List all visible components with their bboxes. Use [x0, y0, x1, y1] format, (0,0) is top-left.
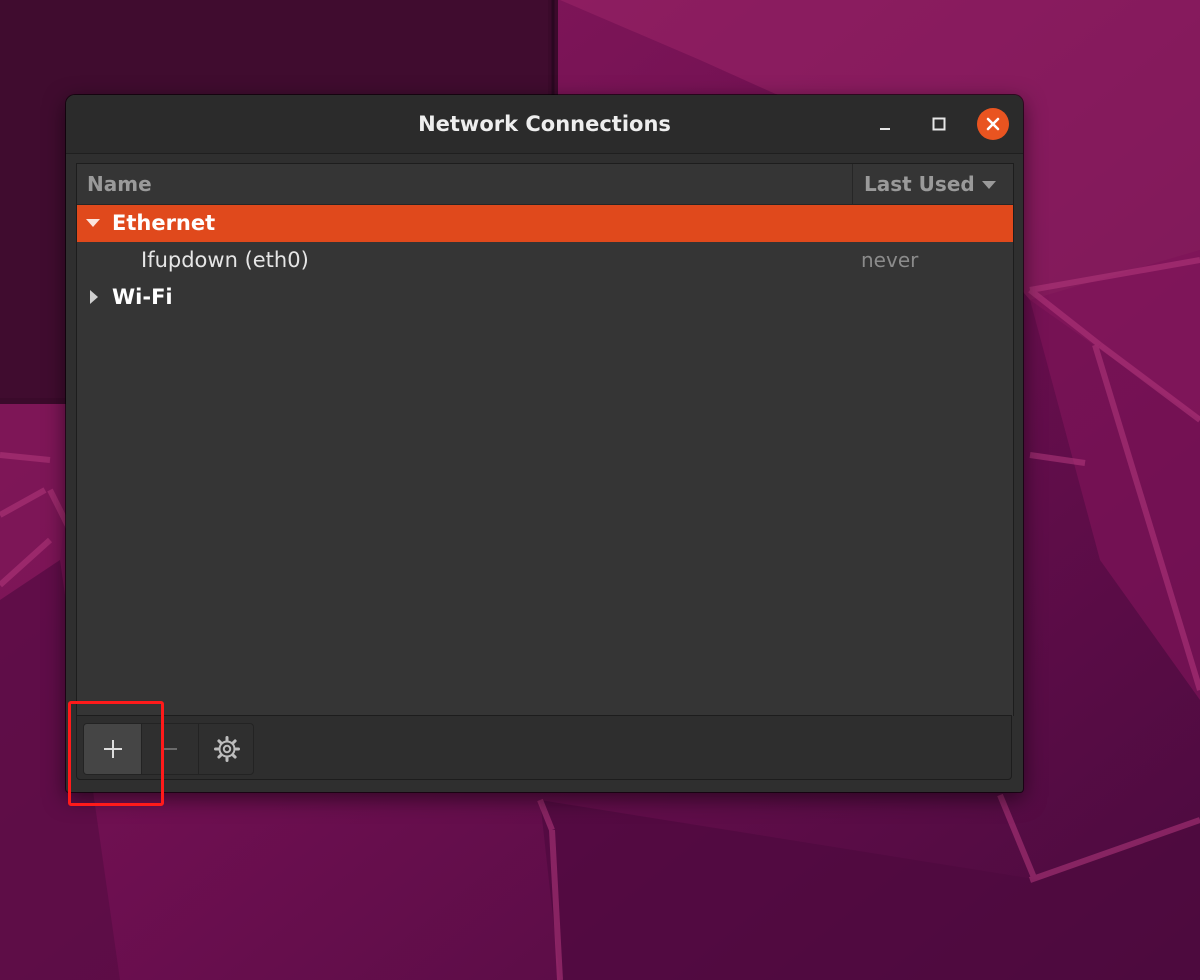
connection-name: Ifupdown (eth0) — [141, 248, 309, 272]
column-header-name[interactable]: Name — [77, 164, 862, 204]
maximize-button[interactable] — [924, 109, 954, 139]
group-row-ethernet[interactable]: Ethernet — [77, 205, 1013, 242]
column-header: Name Last Used — [77, 164, 1013, 205]
column-header-last-used[interactable]: Last Used — [852, 164, 1013, 204]
maximize-icon — [932, 117, 946, 131]
close-icon — [986, 117, 1000, 131]
connection-row-ifupdown-eth0[interactable]: Ifupdown (eth0) never — [77, 242, 1013, 279]
minimize-button[interactable] — [870, 109, 900, 139]
group-row-wifi[interactable]: Wi-Fi — [77, 279, 1013, 316]
column-header-name-label: Name — [87, 172, 152, 196]
group-label-ethernet: Ethernet — [112, 211, 216, 235]
expander-down-triangle-icon[interactable] — [86, 218, 100, 228]
bottom-toolbar — [76, 715, 1012, 780]
network-connections-window: Network Connections Name Last Used Ether… — [66, 95, 1023, 792]
connections-list[interactable]: Name Last Used Ethernet Ifupdown (eth0) … — [76, 163, 1014, 716]
close-button[interactable] — [977, 108, 1009, 140]
gear-icon — [213, 736, 240, 762]
minimize-icon — [880, 128, 890, 130]
group-label-wifi: Wi-Fi — [112, 285, 173, 309]
expander-right-triangle-icon[interactable] — [89, 290, 99, 304]
highlight-box-add-button — [68, 701, 164, 806]
connection-settings-button[interactable] — [199, 724, 253, 774]
column-header-last-used-label: Last Used — [864, 172, 975, 196]
connection-last-used: never — [861, 248, 919, 272]
titlebar[interactable]: Network Connections — [66, 95, 1023, 154]
sort-descending-arrow-icon — [982, 181, 996, 189]
